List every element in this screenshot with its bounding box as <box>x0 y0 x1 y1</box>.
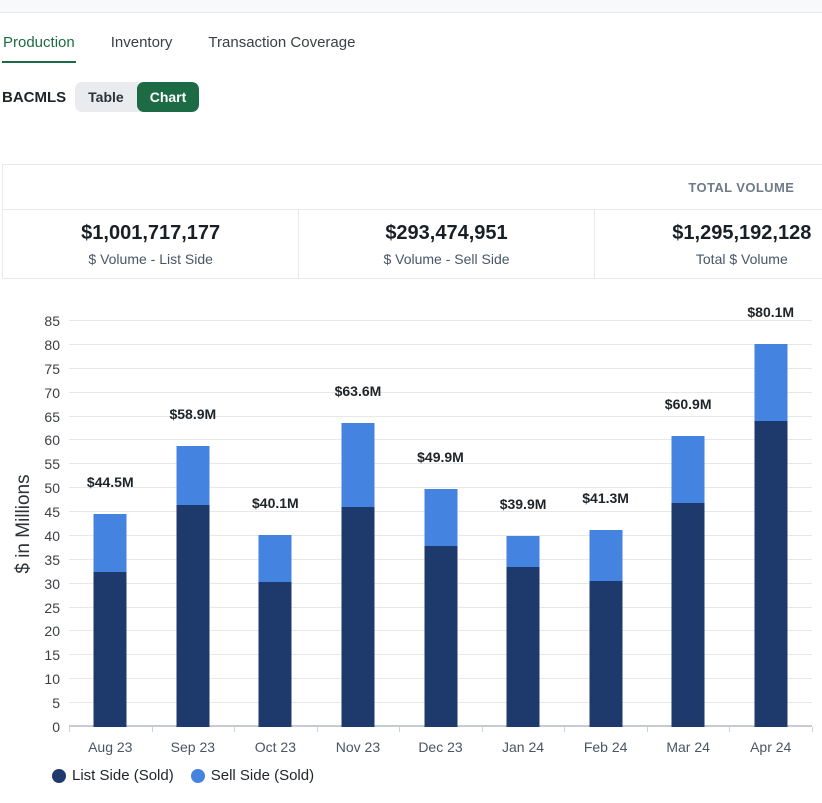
y-tick-label: 80 <box>44 336 60 353</box>
bar-segment-list-side <box>671 503 705 727</box>
legend-item-list-side-sold-[interactable]: List Side (Sold) <box>52 767 174 784</box>
bar-segment-list-side <box>341 507 375 727</box>
bar-segment-sell-side <box>176 445 210 505</box>
y-tick-label: 40 <box>44 527 60 544</box>
summary-stats-row: $1,001,717,177 $ Volume - List Side $293,4… <box>3 210 822 278</box>
tab-inventory[interactable]: Inventory <box>110 34 174 63</box>
x-axis-tick <box>234 727 236 732</box>
bar-segment-list-side <box>754 421 788 727</box>
bar-column-apr-24 <box>754 321 788 727</box>
volume-chart: $ in Millions $44.5M $58.9M $40.1M $63.6M $4… <box>0 304 822 801</box>
bar-segment-list-side <box>589 580 623 727</box>
tab-transaction-coverage[interactable]: Transaction Coverage <box>207 34 356 63</box>
stat-caption: Total $ Volume <box>695 250 788 267</box>
stat-value: $293,474,951 <box>385 221 508 244</box>
bar-total-label: $80.1M <box>747 304 795 321</box>
bar-column-sep-23 <box>176 321 210 727</box>
legend-item-sell-side-sold-[interactable]: Sell Side (Sold) <box>190 767 315 784</box>
toolbar: BACMLS Table Chart <box>2 82 822 112</box>
x-axis-tick <box>316 727 318 732</box>
bar-total-label: $40.1M <box>252 495 299 512</box>
bar-column-feb-24 <box>589 321 623 727</box>
bar-segment-sell-side <box>589 529 623 581</box>
table-button[interactable]: Table <box>75 82 137 112</box>
bar-segment-sell-side <box>341 423 375 508</box>
bar-total-label: $41.3M <box>582 489 629 506</box>
x-axis-tick <box>564 727 566 732</box>
y-tick-label: 20 <box>44 623 60 640</box>
bar-segment-list-side <box>258 582 292 727</box>
chart-button[interactable]: Chart <box>136 82 200 112</box>
legend-label: Sell Side (Sold) <box>210 767 315 784</box>
bar-segment-sell-side <box>506 536 540 568</box>
bar-column-aug-23 <box>93 321 127 727</box>
bar-total-label: $60.9M <box>664 396 712 413</box>
x-axis-tick <box>151 727 153 732</box>
stat-value: $1,295,192,128 <box>672 221 812 244</box>
stat-card: $1,295,192,128 Total $ Volume <box>593 210 822 278</box>
bar-column-oct-23 <box>258 321 292 727</box>
summary-panel-header: TOTAL VOLUME <box>3 165 822 210</box>
bar-total-label: $39.9M <box>499 496 547 513</box>
x-axis-label: Apr 24 <box>750 739 792 755</box>
y-tick-label: 60 <box>44 432 60 449</box>
stat-caption: $ Volume - Sell Side <box>383 250 510 267</box>
y-tick-label: 55 <box>44 456 60 473</box>
bar-segment-sell-side <box>424 488 457 547</box>
stat-value: $1,001,717,177 <box>81 221 221 244</box>
bar-segment-sell-side <box>258 535 292 583</box>
stat-card: $293,474,951 $ Volume - Sell Side <box>298 210 593 278</box>
source-label: BACMLS <box>2 88 67 106</box>
y-tick-label: 85 <box>44 313 60 329</box>
y-tick-label: 50 <box>44 480 60 497</box>
legend-swatch <box>190 768 205 783</box>
total-volume-header: TOTAL VOLUME <box>688 179 795 195</box>
y-tick-label: 25 <box>44 599 60 616</box>
stat-card: $1,001,717,177 $ Volume - List Side <box>3 210 298 278</box>
y-tick-label: 45 <box>44 504 60 521</box>
y-tick-label: 35 <box>44 551 60 568</box>
bar-segment-sell-side <box>754 344 788 422</box>
legend-label: List Side (Sold) <box>72 767 174 784</box>
x-axis-tick <box>481 727 483 732</box>
x-axis-tick <box>646 727 648 732</box>
legend-swatch <box>52 768 66 783</box>
x-axis-tick <box>399 727 401 732</box>
bar-column-nov-23 <box>341 321 375 727</box>
summary-panel: TOTAL VOLUME $1,001,717,177 $ Volume - Li… <box>2 164 822 279</box>
top-bar <box>0 0 822 13</box>
chart-legend: List Side (Sold) Sell Side (Sold) <box>52 767 314 784</box>
bar-total-label: $44.5M <box>86 474 134 491</box>
y-tick-label: 70 <box>44 384 60 401</box>
view-toggle: Table Chart <box>75 82 200 112</box>
bar-segment-list-side <box>176 504 210 727</box>
y-tick-label: 75 <box>44 360 60 377</box>
bar-segment-list-side <box>93 571 127 727</box>
bar-column-mar-24 <box>671 321 705 727</box>
bar-segment-list-side <box>506 567 540 727</box>
bar-total-label: $63.6M <box>334 383 382 400</box>
x-axis-tick <box>69 727 70 732</box>
tab-bar: Production Inventory Transaction Coverage <box>2 34 822 63</box>
tab-production[interactable]: Production <box>2 34 76 63</box>
x-axis-tick <box>729 727 731 732</box>
bar-segment-sell-side <box>93 514 127 572</box>
y-tick-label: 5 <box>52 695 60 712</box>
y-tick-label: 15 <box>44 647 60 664</box>
y-tick-label: 10 <box>44 671 60 688</box>
bar-column-jan-24 <box>506 321 540 727</box>
bar-total-label: $58.9M <box>169 405 217 422</box>
y-tick-label: 65 <box>44 408 60 425</box>
bar-total-label: $49.9M <box>417 448 464 465</box>
x-axis-tick <box>812 727 813 732</box>
y-tick-label: 30 <box>44 575 60 592</box>
stat-caption: $ Volume - List Side <box>88 250 213 267</box>
y-tick-label: 0 <box>52 719 60 735</box>
plot-area: $44.5M $58.9M $40.1M $63.6M $49.9M $39.9M $41.… <box>69 304 812 727</box>
bar-column-dec-23 <box>424 321 457 727</box>
bar-segment-sell-side <box>671 436 705 504</box>
bar-segment-list-side <box>424 546 457 727</box>
